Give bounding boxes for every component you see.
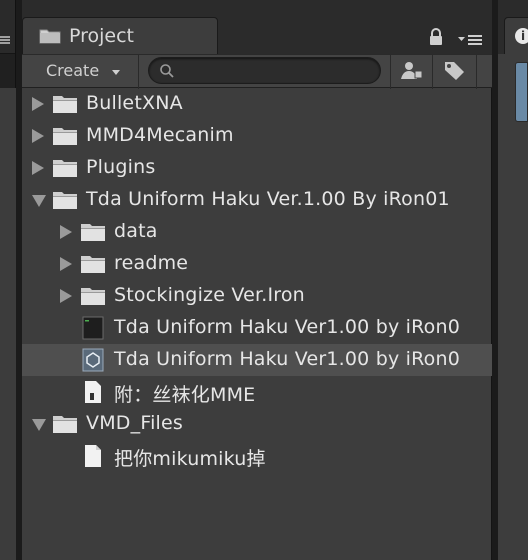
project-toolbar: Create: [22, 54, 492, 89]
tree-row[interactable]: 把你mikumiku掉: [22, 440, 492, 472]
project-tabstrip: Project: [22, 0, 492, 54]
tree-row[interactable]: 附：丝袜化MME: [22, 376, 492, 408]
toolbar-divider: [432, 55, 433, 89]
document-icon: [80, 444, 106, 468]
tab-project-label: Project: [69, 25, 135, 47]
tree-row-label: Stockingize Ver.Iron: [114, 284, 305, 306]
tree-row[interactable]: readme: [22, 248, 492, 280]
tree-row[interactable]: Tda Uniform Haku Ver.1.00 By iRon01: [22, 184, 492, 216]
left-panel-body: [0, 88, 16, 560]
tree-row-label: MMD4Mecanim: [86, 124, 234, 146]
search-input[interactable]: [179, 61, 369, 81]
filter-by-type-button[interactable]: [396, 57, 430, 85]
left-panel-tabbar: [0, 0, 15, 54]
expand-arrow-right-icon[interactable]: [32, 161, 44, 175]
filter-by-type-icon: [401, 62, 423, 79]
unity-asset-icon: [80, 348, 106, 372]
folder-icon: [52, 124, 78, 148]
toolbar-divider: [138, 55, 139, 89]
expand-arrow-down-icon[interactable]: [32, 419, 46, 431]
create-button-label: Create: [46, 61, 100, 80]
tree-row-label: Plugins: [86, 156, 156, 178]
project-panel: Project Create BulletXNA MMD4Mecanim Plu…: [22, 0, 492, 560]
tree-row-label: 附：丝袜化MME: [114, 384, 256, 406]
tree-row[interactable]: BulletXNA: [22, 88, 492, 120]
inspector-panel-edge: i: [498, 0, 528, 560]
tree-row[interactable]: Plugins: [22, 152, 492, 184]
expand-arrow-down-icon[interactable]: [32, 195, 46, 207]
text-file-icon: [80, 380, 106, 404]
inspector-tabstrip: i: [498, 0, 528, 54]
expand-arrow-right-icon[interactable]: [60, 225, 72, 239]
tree-row-label: BulletXNA: [86, 92, 183, 114]
expand-arrow-right-icon[interactable]: [60, 289, 72, 303]
expand-arrow-right-icon[interactable]: [32, 97, 44, 111]
tag-icon: [445, 62, 464, 80]
tab-project[interactable]: Project: [22, 17, 218, 54]
toolbar-divider: [476, 55, 477, 89]
folder-icon: [52, 412, 78, 436]
chevron-down-icon: [112, 70, 120, 75]
tree-row[interactable]: MMD4Mecanim: [22, 120, 492, 152]
folder-icon: [80, 252, 106, 276]
tree-row[interactable]: data: [22, 216, 492, 248]
folder-icon: [52, 188, 78, 212]
search-field[interactable]: [148, 57, 381, 84]
lock-icon[interactable]: [428, 28, 444, 46]
search-icon: [160, 64, 174, 78]
folder-icon: [52, 156, 78, 180]
tree-row-label: Tda Uniform Haku Ver1.00 by iRon0: [114, 348, 461, 370]
tree-row-label: 把你mikumiku掉: [114, 448, 266, 470]
tree-row-label: Tda Uniform Haku Ver.1.00 By iRon01: [86, 188, 450, 210]
tab-inspector[interactable]: i: [504, 17, 528, 54]
folder-icon: [80, 284, 106, 308]
expand-arrow-right-icon[interactable]: [60, 257, 72, 271]
asset-preview-thumbnail: [515, 62, 528, 122]
left-panel-menu-icon[interactable]: [0, 36, 10, 45]
filter-by-label-button[interactable]: [438, 57, 472, 85]
left-panel-edge: [0, 0, 16, 560]
panel-menu-icon[interactable]: [458, 34, 484, 46]
tree-row[interactable]: Tda Uniform Haku Ver1.00 by iRon0: [22, 312, 492, 344]
terminal-file-icon: [80, 316, 106, 340]
tree-row-label: readme: [114, 252, 189, 274]
tree-row[interactable]: Tda Uniform Haku Ver1.00 by iRon0: [22, 344, 492, 376]
tree-row[interactable]: VMD_Files: [22, 408, 492, 440]
folder-icon: [80, 220, 106, 244]
tree-row-label: Tda Uniform Haku Ver1.00 by iRon0: [114, 316, 461, 338]
folder-icon: [39, 29, 61, 44]
tree-row[interactable]: Stockingize Ver.Iron: [22, 280, 492, 312]
expand-arrow-right-icon[interactable]: [32, 129, 44, 143]
tree-row-label: VMD_Files: [86, 412, 184, 434]
info-icon: i: [515, 28, 528, 44]
create-button[interactable]: Create: [36, 59, 128, 83]
toolbar-divider: [390, 55, 391, 89]
folder-icon: [52, 92, 78, 116]
tree-row-label: data: [114, 220, 158, 242]
